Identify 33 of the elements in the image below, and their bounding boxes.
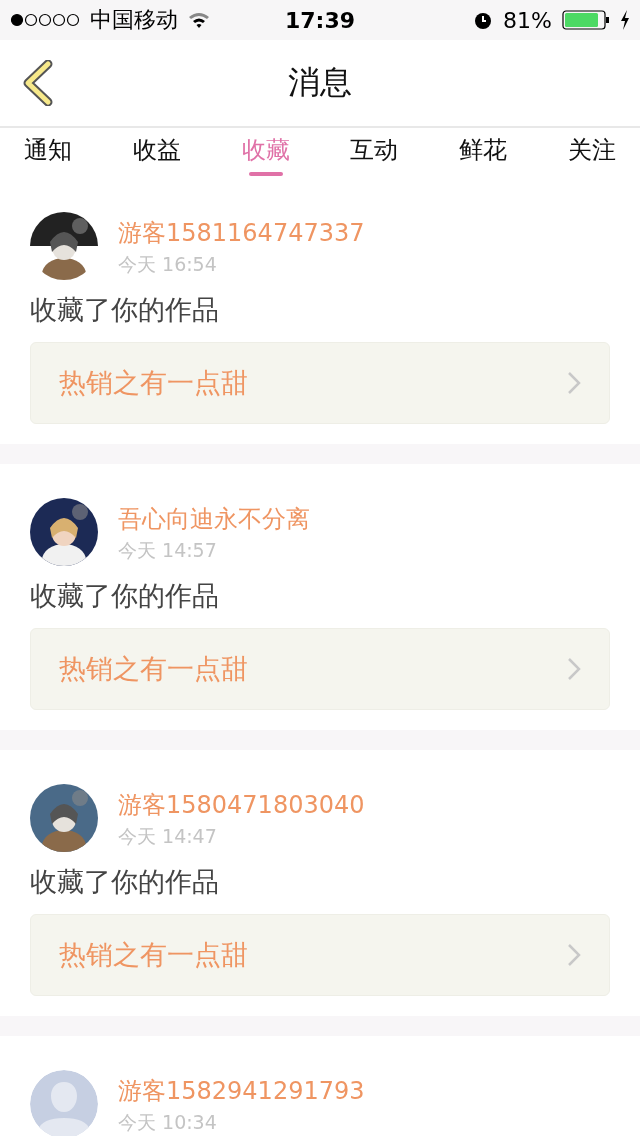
user-name[interactable]: 游客1582941291793	[118, 1075, 365, 1107]
message-time: 今天 16:54	[118, 253, 218, 275]
chevron-right-icon	[567, 943, 581, 967]
carrier-name: 中国移动	[90, 6, 178, 34]
tab[interactable]: 互动	[336, 128, 413, 178]
work-link[interactable]: 热销之有一点甜	[30, 628, 610, 710]
message-text: 收藏了你的作品	[30, 865, 220, 899]
tab[interactable]: 收藏	[227, 128, 304, 178]
tab[interactable]: 鲜花	[445, 128, 522, 178]
tab[interactable]: 通知	[10, 128, 86, 178]
message-text: 收藏了你的作品	[30, 293, 220, 327]
user-name[interactable]: 吾心向迪永不分离	[118, 503, 310, 535]
chevron-right-icon	[567, 657, 581, 681]
message-time: 今天 14:47	[118, 825, 218, 847]
battery-icon	[562, 10, 610, 30]
user-name[interactable]: 游客1581164747337	[118, 217, 365, 249]
chevron-right-icon	[567, 371, 581, 395]
page-title: 消息	[288, 62, 352, 103]
message-text: 收藏了你的作品	[30, 579, 220, 613]
charging-icon	[620, 10, 630, 30]
battery-percent: 81%	[503, 7, 552, 33]
user-name[interactable]: 游客1580471803040	[118, 789, 365, 821]
clock-time: 17:39	[285, 7, 355, 33]
tab[interactable]: 收益	[118, 128, 195, 178]
signal-icon	[10, 13, 80, 27]
tab[interactable]: 关注	[554, 128, 630, 178]
wifi-icon	[188, 12, 210, 28]
alarm-icon	[473, 10, 494, 30]
work-link[interactable]: 热销之有一点甜	[30, 342, 610, 424]
work-link[interactable]: 热销之有一点甜	[30, 914, 610, 996]
message-time: 今天 10:34	[118, 1111, 218, 1133]
avatar-placeholder-icon	[30, 1070, 98, 1136]
message-time: 今天 14:57	[118, 539, 218, 561]
